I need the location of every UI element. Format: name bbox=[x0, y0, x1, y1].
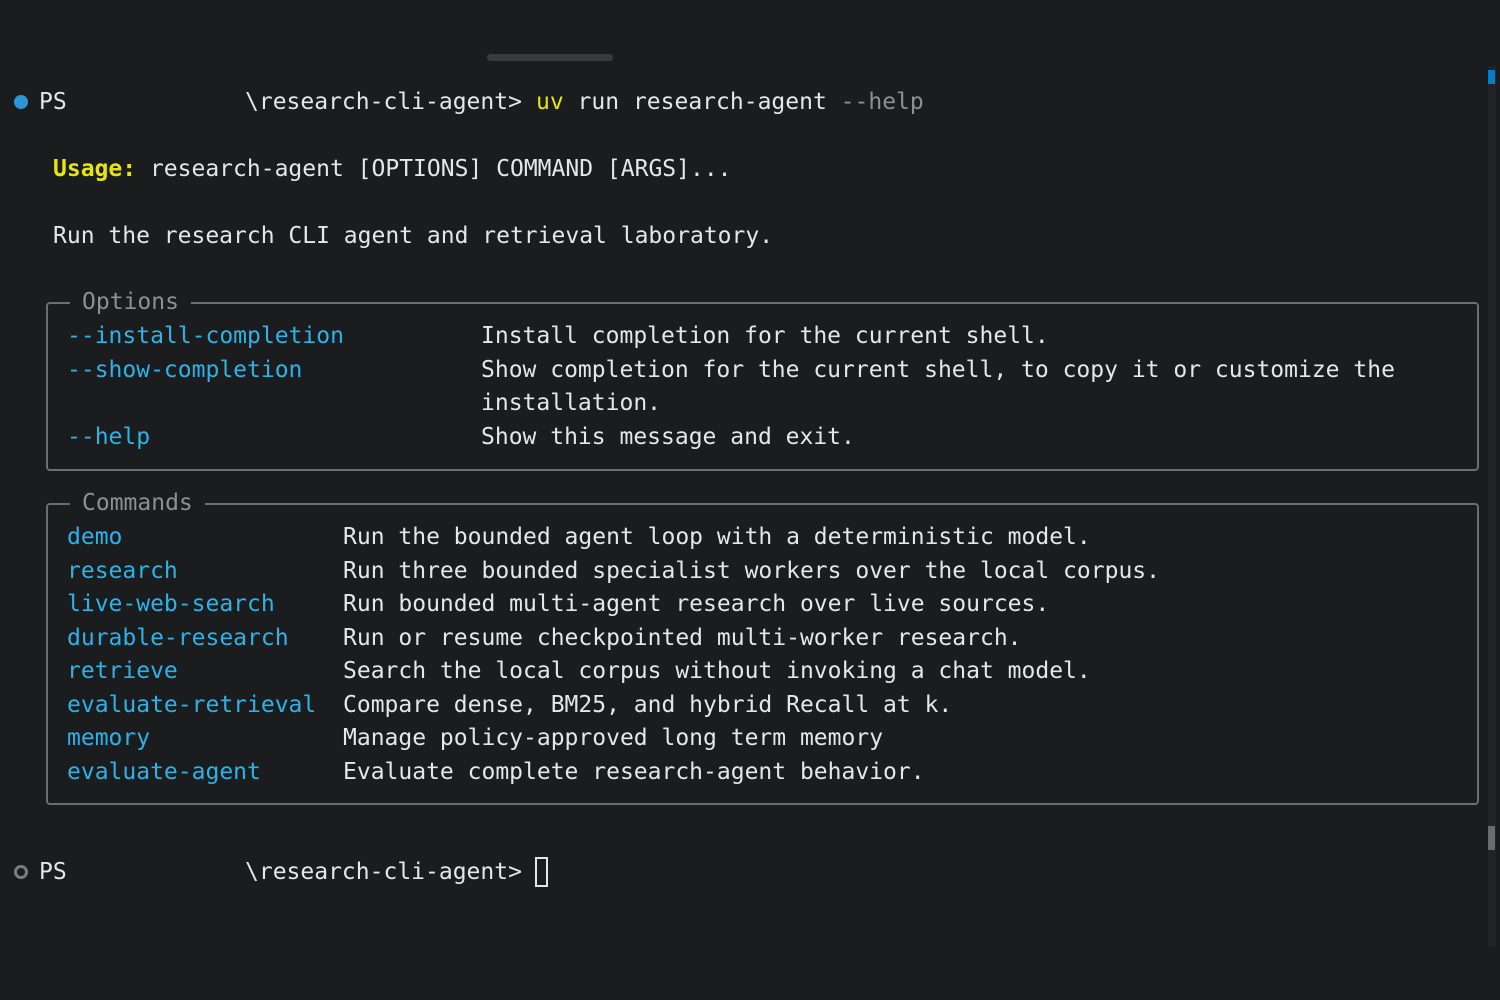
usage-text: research-agent [OPTIONS] COMMAND [ARGS].… bbox=[136, 156, 732, 182]
command-name: evaluate-retrieval bbox=[67, 692, 317, 718]
command-desc: Run bounded multi-agent research over li… bbox=[343, 591, 1050, 617]
command-name: live-web-search bbox=[67, 591, 275, 617]
option-name: --help bbox=[67, 424, 151, 450]
command-name: durable-research bbox=[67, 625, 289, 651]
command-args: run research-agent bbox=[563, 89, 841, 115]
command-pending-dot-icon[interactable] bbox=[14, 865, 28, 879]
command-desc: Search the local corpus without invoking… bbox=[343, 658, 1091, 684]
option-desc-continued: installation. bbox=[481, 390, 662, 416]
command-uv: uv bbox=[536, 89, 564, 115]
prompt-ps-label: PS bbox=[39, 89, 67, 115]
scrollbar-thumb[interactable] bbox=[1488, 826, 1495, 850]
command-name: research bbox=[67, 558, 178, 584]
command-desc: Run the bounded agent loop with a determ… bbox=[343, 524, 1091, 550]
option-desc: Install completion for the current shell… bbox=[481, 323, 1049, 349]
command-name: evaluate-agent bbox=[67, 759, 261, 785]
usage-line: Usage: research-agent [OPTIONS] COMMAND … bbox=[53, 155, 732, 183]
usage-label: Usage: bbox=[53, 156, 137, 182]
command-name: retrieve bbox=[67, 658, 178, 684]
panel-resize-sash[interactable] bbox=[487, 54, 613, 61]
option-name: --show-completion bbox=[67, 357, 303, 383]
scrollbar-track[interactable] bbox=[1488, 66, 1496, 946]
command-line: uv run research-agent --help bbox=[536, 88, 924, 116]
command-desc: Run three bounded specialist workers ove… bbox=[343, 558, 1160, 584]
prompt-path: \research-cli-agent> bbox=[245, 859, 522, 885]
command-flag: --help bbox=[840, 89, 924, 115]
command-name: demo bbox=[67, 524, 123, 550]
scrollbar-marker bbox=[1488, 70, 1495, 84]
command-desc: Manage policy-approved long term memory bbox=[343, 725, 884, 751]
prompt-path: \research-cli-agent> bbox=[245, 89, 522, 115]
command-desc: Evaluate complete research-agent behavio… bbox=[343, 759, 925, 785]
option-desc: Show this message and exit. bbox=[481, 424, 855, 450]
prompt-ps-label: PS bbox=[39, 859, 67, 885]
option-name: --install-completion bbox=[67, 323, 344, 349]
command-desc: Compare dense, BM25, and hybrid Recall a… bbox=[343, 692, 953, 718]
commands-panel-title: Commands bbox=[70, 489, 205, 517]
option-desc: Show completion for the current shell, t… bbox=[481, 357, 1395, 383]
options-panel-title: Options bbox=[70, 288, 191, 316]
command-desc: Run or resume checkpointed multi-worker … bbox=[343, 625, 1022, 651]
command-name: memory bbox=[67, 725, 151, 751]
terminal-cursor[interactable] bbox=[535, 857, 548, 887]
app-description: Run the research CLI agent and retrieval… bbox=[53, 223, 774, 249]
command-success-dot-icon[interactable] bbox=[14, 95, 28, 109]
